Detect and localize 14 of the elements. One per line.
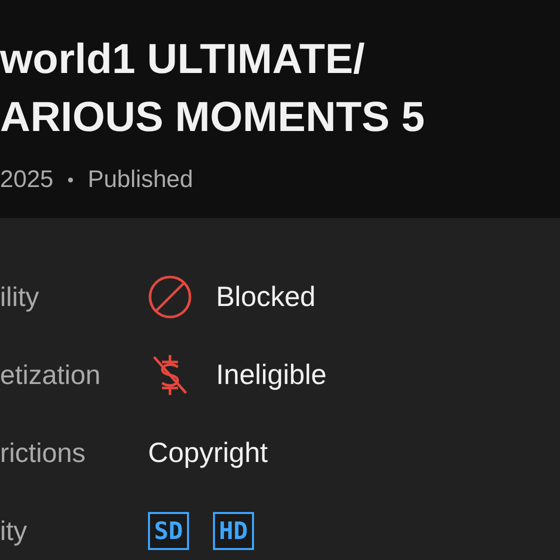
row-label: etization xyxy=(0,360,102,390)
status-value: Ineligible xyxy=(216,359,327,391)
separator-dot: • xyxy=(67,169,74,192)
row-label: ility xyxy=(0,282,40,312)
status-text: Published xyxy=(88,166,194,194)
date-text: 2025 xyxy=(0,166,54,194)
video-title: ARIOUS MOMENTS 5 xyxy=(0,92,426,142)
row-label: rictions xyxy=(0,438,87,468)
restriction-value: Copyright xyxy=(148,437,268,469)
quality-badge: HD xyxy=(212,512,254,550)
quality-badge: SD xyxy=(148,512,189,550)
status-value: Blocked xyxy=(216,281,316,313)
blocked-icon xyxy=(148,275,192,319)
row-label: ity xyxy=(0,516,28,546)
